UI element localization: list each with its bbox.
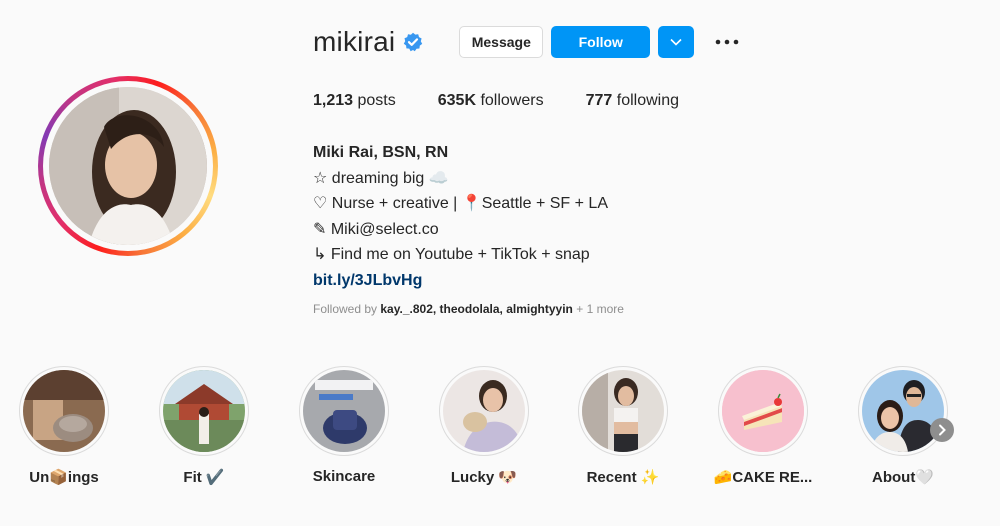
profile-bio: Miki Rai, BSN, RN ☆ dreaming big ☁️ ♡ Nu… <box>313 140 608 293</box>
followed-by-names: kay._.802, theodolala, almightyyin <box>380 302 573 316</box>
bio-line: ☆ dreaming big ☁️ <box>313 169 449 187</box>
highlight-ring <box>718 366 808 456</box>
full-name: Miki Rai, BSN, RN <box>313 144 449 161</box>
highlight-ring <box>19 366 109 456</box>
highlight-fit[interactable]: Fit ✔️ <box>149 366 259 486</box>
avatar-image <box>49 87 207 245</box>
bio-link[interactable]: bit.ly/3JLbvHg <box>313 268 608 294</box>
cake-icon <box>722 370 804 452</box>
highlight-lucky[interactable]: Lucky 🐶 <box>429 366 539 486</box>
message-button[interactable]: Message <box>459 26 544 58</box>
highlight-ring <box>439 366 529 456</box>
unboxing-photo-icon <box>23 370 105 452</box>
highlight-ring <box>578 366 668 456</box>
fit-photo-icon <box>163 370 245 452</box>
about-photo-icon <box>862 370 944 452</box>
highlight-label: Un📦ings <box>29 469 99 486</box>
verified-badge-icon <box>403 32 423 52</box>
highlight-label: Fit ✔️ <box>183 469 225 486</box>
bio-line: ✎ Miki@select.co <box>313 220 439 238</box>
highlight-ring <box>159 366 249 456</box>
profile-stats: 1,213 posts 635K followers 777 following <box>313 92 721 110</box>
avatar-photo <box>49 87 207 245</box>
highlight-label: Lucky 🐶 <box>450 469 518 486</box>
highlight-label: About🤍 <box>872 469 934 486</box>
profile-header: mikirai Message Follow <box>313 24 740 60</box>
following-stat[interactable]: 777 following <box>586 92 679 110</box>
highlight-unboxings[interactable]: Un📦ings <box>9 366 119 486</box>
more-options-icon[interactable] <box>714 32 740 52</box>
followers-stat[interactable]: 635K followers <box>438 92 544 110</box>
profile-avatar[interactable] <box>38 76 218 256</box>
following-count: 777 <box>585 92 613 109</box>
skincare-photo-icon <box>303 370 385 452</box>
following-label: following <box>616 92 680 109</box>
avatar-border <box>43 81 213 251</box>
follow-button[interactable]: Follow <box>551 26 651 58</box>
followed-by-more: + 1 more <box>576 302 624 316</box>
chevron-down-icon <box>670 38 682 46</box>
highlight-ring <box>299 366 389 456</box>
recent-photo-icon <box>582 370 664 452</box>
highlight-recent[interactable]: Recent ✨ <box>568 366 678 486</box>
followed-by-prefix: Followed by <box>313 302 378 316</box>
posts-label: posts <box>357 92 396 109</box>
followed-by[interactable]: Followed by kay._.802, theodolala, almig… <box>313 302 624 316</box>
posts-stat: 1,213 posts <box>313 92 396 110</box>
followers-label: followers <box>480 92 544 109</box>
bio-line: ♡ Nurse + creative | 📍Seattle + SF + LA <box>313 195 608 212</box>
bio-line: ↳ Find me on Youtube + TikTok + snap <box>313 246 590 263</box>
highlight-label: Recent ✨ <box>586 469 660 486</box>
posts-count: 1,213 <box>313 92 354 109</box>
highlight-cake-reviews[interactable]: 🧀CAKE RE... <box>708 366 818 486</box>
highlight-label: Skincare <box>312 468 376 485</box>
highlights-next-arrow-icon[interactable] <box>930 418 954 442</box>
username: mikirai <box>313 26 396 57</box>
highlight-skincare[interactable]: Skincare <box>289 366 399 485</box>
highlight-ring <box>858 366 948 456</box>
story-highlights: Un📦ings Fit ✔️ Skincare Lucky 🐶 Recent ✨… <box>0 366 1000 496</box>
followers-count: 635K <box>437 92 476 109</box>
highlight-label: 🧀CAKE RE... <box>713 469 813 486</box>
suggested-dropdown-button[interactable] <box>658 26 695 58</box>
lucky-photo-icon <box>443 370 525 452</box>
